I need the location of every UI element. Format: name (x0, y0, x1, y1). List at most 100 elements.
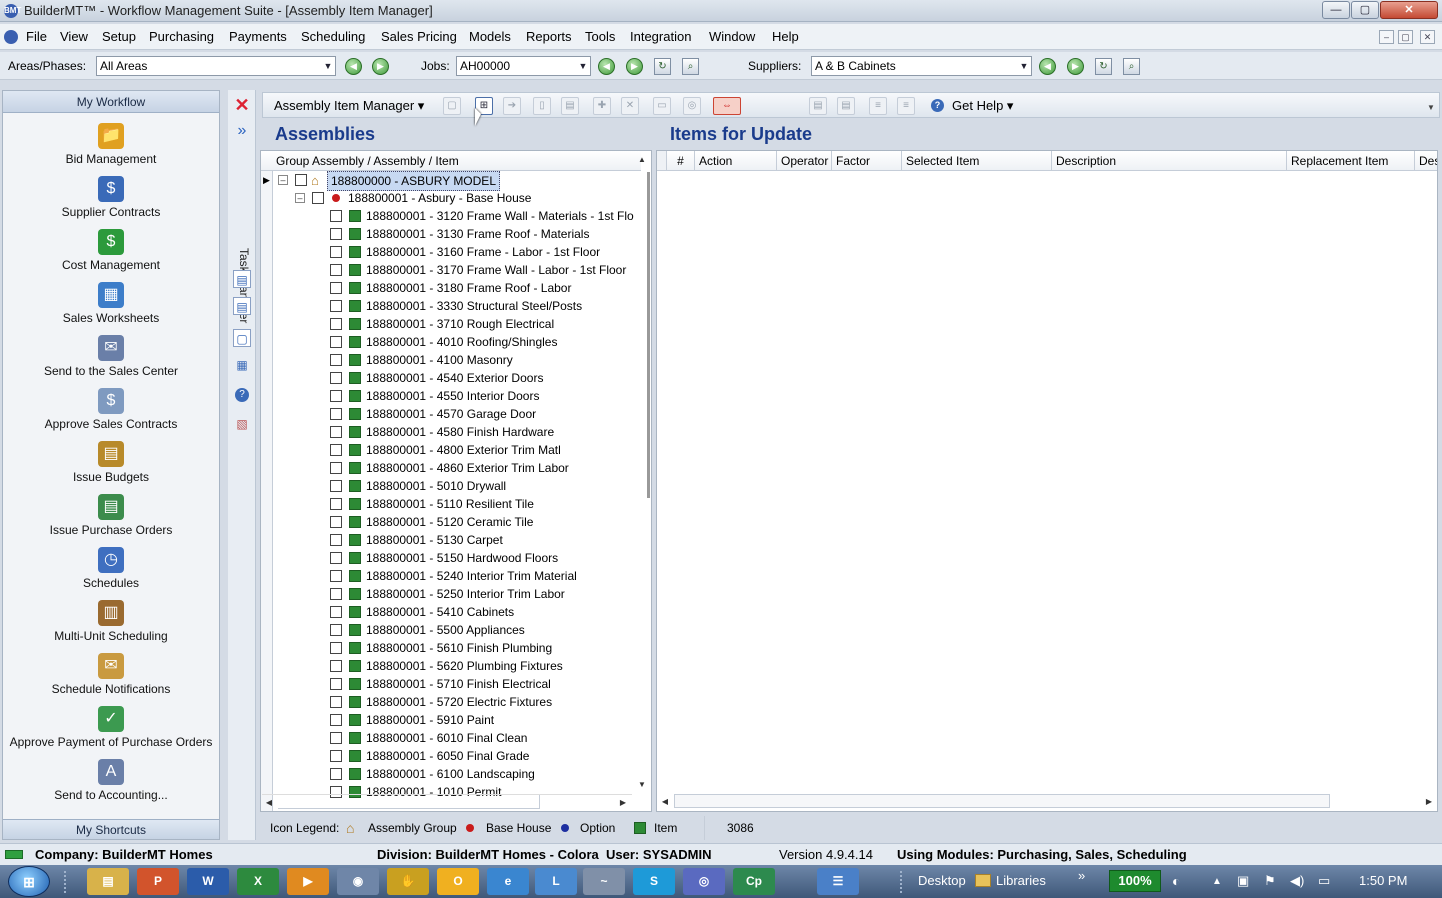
workflow-item[interactable]: 📁 Bid Management (3, 123, 219, 176)
task-manager-label[interactable]: Task Manager (231, 248, 251, 338)
toolbar-list-icon[interactable]: ≡ (869, 97, 887, 115)
workflow-item[interactable]: ▤ Issue Purchase Orders (3, 494, 219, 547)
item-checkbox[interactable] (330, 354, 342, 366)
workflow-header[interactable]: My Workflow (3, 91, 219, 113)
tree-row-item[interactable]: 188800001 - 6100 Landscaping (261, 765, 637, 783)
base-checkbox[interactable] (312, 192, 324, 204)
tree-row-item[interactable]: 188800001 - 5240 Interior Trim Material (261, 567, 637, 585)
tree-horizontal-scrollbar[interactable]: ◀ ▶ (262, 794, 632, 810)
toolbar-copy-icon[interactable]: ▢ (443, 97, 461, 115)
item-checkbox[interactable] (330, 606, 342, 618)
toolbar-page-icon[interactable]: ▯ (533, 97, 551, 115)
tree-row-item[interactable]: 188800001 - 3160 Frame - Labor - 1st Flo… (261, 243, 637, 261)
workflow-item[interactable]: A Send to Accounting... (3, 759, 219, 812)
item-checkbox[interactable] (330, 372, 342, 384)
tree-column-header[interactable]: Group Assembly / Assembly / Item (261, 151, 641, 171)
scroll-right-icon[interactable]: ▶ (1422, 795, 1436, 809)
tree-row-item[interactable]: 188800001 - 4010 Roofing/Shingles (261, 333, 637, 351)
clock[interactable]: 1:50 PM (1359, 873, 1407, 888)
task-icon-2[interactable]: ▤ (233, 297, 251, 315)
tray-device-icon[interactable]: ▣ (1237, 873, 1249, 889)
suppliers-combo[interactable]: A & B Cabinets ▼ (811, 56, 1032, 76)
item-checkbox[interactable] (330, 336, 342, 348)
libraries-toolbar[interactable]: Libraries (996, 873, 1046, 888)
tree-row-item[interactable]: 188800001 - 5010 Drywall (261, 477, 637, 495)
item-checkbox[interactable] (330, 264, 342, 276)
tree-row-group[interactable]: ▶ – ⌂ 188800000 - ASBURY MODEL (261, 171, 637, 191)
tree-row-item[interactable]: 188800001 - 4100 Masonry (261, 351, 637, 369)
tree-row-item[interactable]: 188800001 - 4550 Interior Doors (261, 387, 637, 405)
camtasia-icon[interactable]: Cp (733, 868, 775, 895)
item-checkbox[interactable] (330, 714, 342, 726)
item-checkbox[interactable] (330, 282, 342, 294)
tree-row-item[interactable]: 188800001 - 3710 Rough Electrical (261, 315, 637, 333)
menu-models[interactable]: Models (469, 29, 511, 44)
tree-row-item[interactable]: 188800001 - 4580 Finish Hardware (261, 423, 637, 441)
item-checkbox[interactable] (330, 516, 342, 528)
jobs-search-icon[interactable]: ⌕ (682, 58, 699, 75)
tree-row-item[interactable]: 188800001 - 5500 Appliances (261, 621, 637, 639)
menu-purchasing[interactable]: Purchasing (149, 29, 214, 44)
item-checkbox[interactable] (330, 318, 342, 330)
tree-row-item[interactable]: 188800001 - 5120 Ceramic Tile (261, 513, 637, 531)
col-selected-item[interactable]: Selected Item (902, 151, 1052, 171)
tree-row-item[interactable]: 188800001 - 5130 Carpet (261, 531, 637, 549)
app-icon[interactable]: ◉ (337, 868, 379, 895)
item-checkbox[interactable] (330, 390, 342, 402)
workflow-item[interactable]: ✉ Schedule Notifications (3, 653, 219, 706)
task-icon-1[interactable]: ▤ (233, 270, 251, 288)
item-checkbox[interactable] (330, 750, 342, 762)
tree-row-item[interactable]: 188800001 - 6010 Final Clean (261, 729, 637, 747)
col-factor[interactable]: Factor (832, 151, 902, 171)
item-checkbox[interactable] (330, 480, 342, 492)
workflow-item[interactable]: $ Supplier Contracts (3, 176, 219, 229)
workflow-item[interactable]: $ Approve Sales Contracts (3, 388, 219, 441)
lync-icon[interactable]: L (535, 868, 577, 895)
close-icon[interactable]: ✕ (233, 96, 251, 114)
tree-row-item[interactable]: 188800001 - 4800 Exterior Trim Matl (261, 441, 637, 459)
item-checkbox[interactable] (330, 426, 342, 438)
menu-payments[interactable]: Payments (229, 29, 287, 44)
col-number[interactable]: # (667, 151, 695, 171)
jobs-next-icon[interactable]: ▶ (626, 58, 643, 75)
tree-row-item[interactable]: 188800001 - 5620 Plumbing Fixtures (261, 657, 637, 675)
tree-row-item[interactable]: 188800001 - 5110 Resilient Tile (261, 495, 637, 513)
task-icon-4[interactable]: ▦ (233, 356, 251, 374)
network-icon[interactable]: ▭ (1318, 873, 1330, 889)
tree-row-item[interactable]: 188800001 - 4860 Exterior Trim Labor (261, 459, 637, 477)
media-icon[interactable]: ▶ (287, 868, 329, 895)
ie-icon[interactable]: e (487, 868, 529, 895)
minimize-button[interactable]: — (1322, 1, 1350, 19)
action-center-flag-icon[interactable]: ⚑ (1264, 873, 1276, 889)
scroll-thumb[interactable] (278, 795, 540, 809)
zoom-level-badge[interactable]: 100% (1109, 870, 1161, 892)
item-checkbox[interactable] (330, 552, 342, 564)
mdi-restore-button[interactable]: ▢ (1398, 30, 1413, 44)
item-checkbox[interactable] (330, 300, 342, 312)
tree-row-item[interactable]: 188800001 - 3120 Frame Wall - Materials … (261, 207, 637, 225)
suppliers-search-icon[interactable]: ⌕ (1123, 58, 1140, 75)
workflow-item[interactable]: ◷ Schedules (3, 547, 219, 600)
toolbar-move-icon[interactable]: ➔ (503, 97, 521, 115)
menu-help[interactable]: Help (772, 29, 799, 44)
item-checkbox[interactable] (330, 534, 342, 546)
item-checkbox[interactable] (330, 678, 342, 690)
scroll-thumb[interactable] (647, 172, 650, 498)
help-icon[interactable]: ? (931, 99, 944, 112)
powerpoint-icon[interactable]: P (137, 868, 179, 895)
item-checkbox[interactable] (330, 408, 342, 420)
toolbar-export-icon[interactable]: ▤ (809, 97, 827, 115)
tree-row-item[interactable]: 188800001 - 5910 Paint (261, 711, 637, 729)
tree-row-item[interactable]: 188800001 - 3130 Frame Roof - Materials (261, 225, 637, 243)
item-checkbox[interactable] (330, 588, 342, 600)
scroll-thumb[interactable] (674, 794, 1330, 808)
volume-icon[interactable]: ◀) (1290, 873, 1304, 889)
col-description-2[interactable]: Des (1415, 151, 1437, 171)
toolbar-overflow-icon[interactable]: ▼ (1427, 103, 1435, 112)
item-checkbox[interactable] (330, 570, 342, 582)
menu-view[interactable]: View (60, 29, 88, 44)
areas-prev-icon[interactable]: ◀ (345, 58, 362, 75)
buildermt-icon[interactable]: ◎ (683, 868, 725, 895)
word-icon[interactable]: W (187, 868, 229, 895)
suppliers-refresh-icon[interactable]: ↻ (1095, 58, 1112, 75)
